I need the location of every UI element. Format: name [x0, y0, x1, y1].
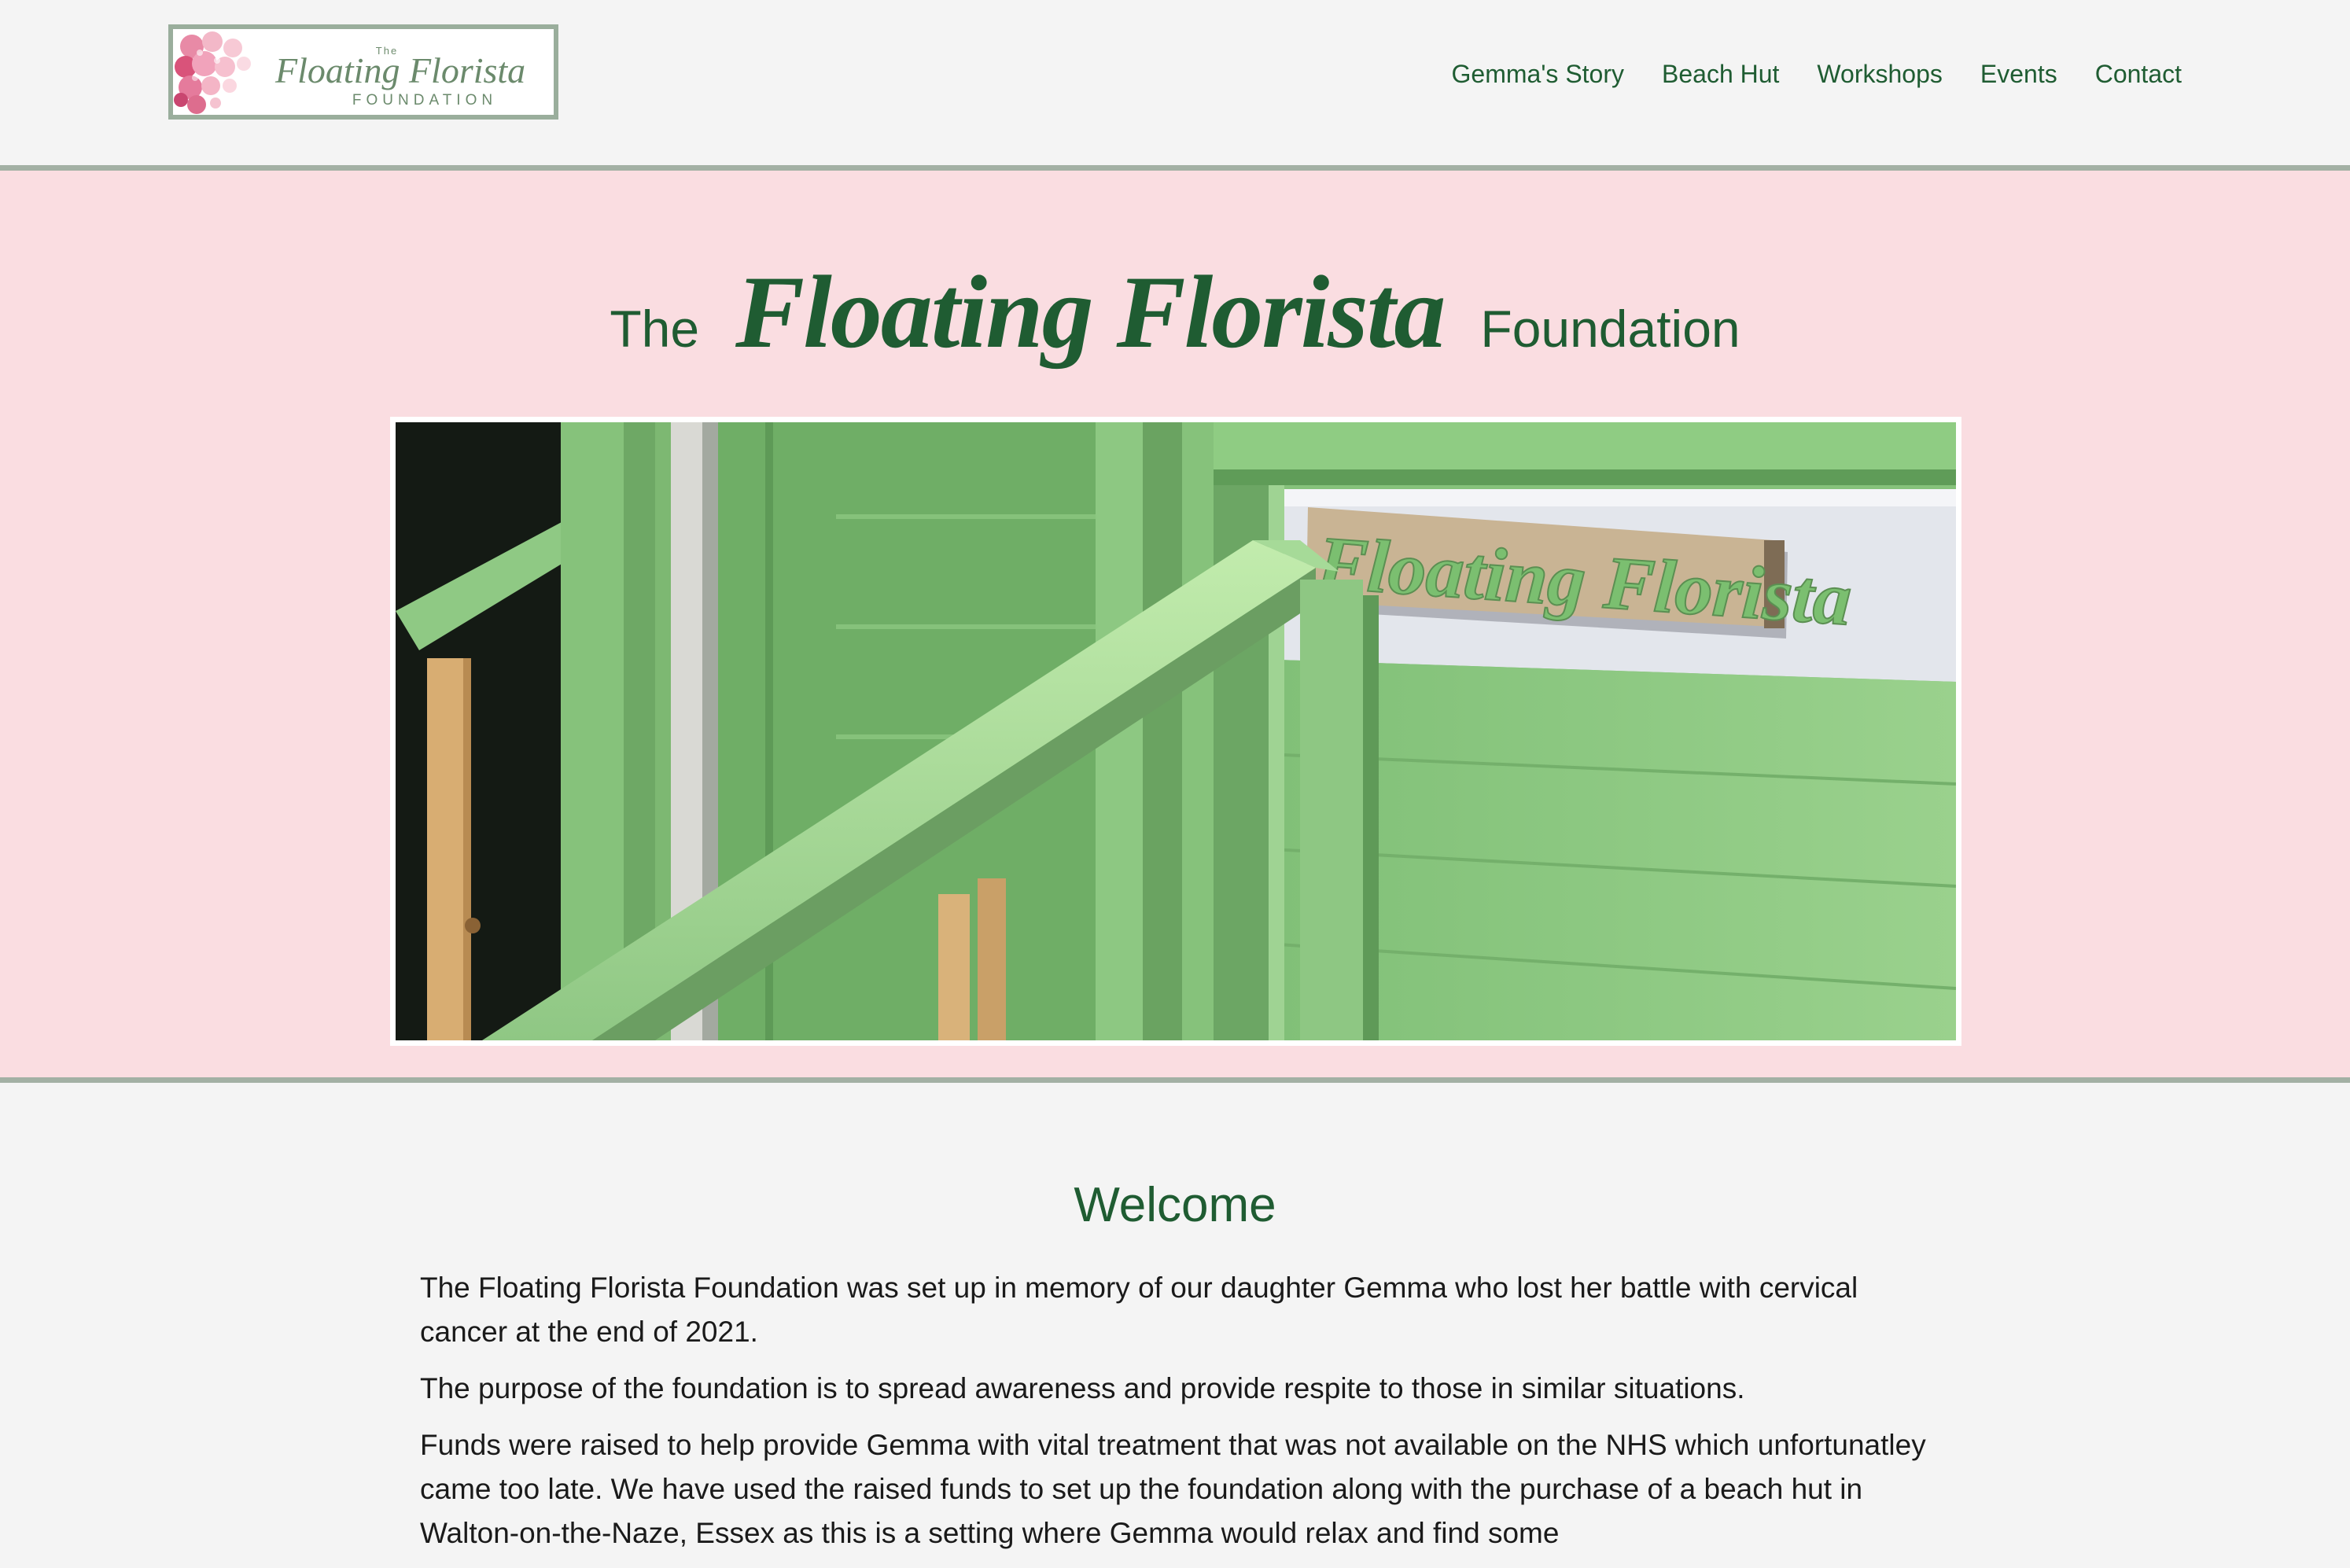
hero-title: The Floating Florista Foundation — [0, 249, 2350, 375]
logo-foundation-text: FOUNDATION — [352, 92, 498, 109]
welcome-paragraph: The Floating Florista Foundation was set… — [420, 1272, 1858, 1348]
nav-link-workshops[interactable]: Workshops — [1817, 60, 1942, 88]
beach-hut-photo: Floating Florista — [396, 422, 1956, 1040]
hero-title-suffix: Foundation — [1480, 300, 1740, 358]
hero-title-prefix: The — [610, 300, 700, 358]
welcome-body: The Floating Florista Foundation was set… — [420, 1266, 1930, 1568]
hero-photo-frame: Floating Florista — [390, 417, 1961, 1046]
logo-name-text: Floating Florista — [275, 50, 526, 90]
nav-item-gemmas-story: Gemma's Story — [1452, 60, 1624, 89]
welcome-section: Welcome The Floating Florista Foundation… — [0, 1083, 2350, 1549]
hero-section: The Floating Florista Foundation Floatin… — [0, 171, 2350, 1077]
welcome-paragraph: The purpose of the foundation is to spre… — [420, 1372, 1745, 1404]
nav-link-gemmas-story[interactable]: Gemma's Story — [1452, 60, 1624, 88]
hero-divider — [0, 1077, 2350, 1083]
main-navigation: Gemma's Story Beach Hut Workshops Events… — [1452, 60, 2182, 89]
nav-item-beach-hut: Beach Hut — [1662, 60, 1779, 89]
nav-item-workshops: Workshops — [1817, 60, 1942, 89]
hero-title-script: Floating Florista — [735, 254, 1446, 370]
nav-link-events[interactable]: Events — [1980, 60, 2057, 88]
site-header: The Floating Florista FOUNDATION Gemma's… — [0, 0, 2350, 165]
site-logo[interactable]: The Floating Florista FOUNDATION — [168, 24, 558, 120]
welcome-paragraph: Funds were raised to help provide Gemma … — [420, 1429, 1926, 1549]
hydrangea-flower-icon — [173, 29, 258, 115]
nav-link-contact[interactable]: Contact — [2095, 60, 2182, 88]
nav-item-events: Events — [1980, 60, 2057, 89]
nav-item-contact: Contact — [2095, 60, 2182, 89]
nav-link-beach-hut[interactable]: Beach Hut — [1662, 60, 1779, 88]
welcome-heading: Welcome — [1074, 1178, 1276, 1232]
header-divider — [0, 165, 2350, 171]
